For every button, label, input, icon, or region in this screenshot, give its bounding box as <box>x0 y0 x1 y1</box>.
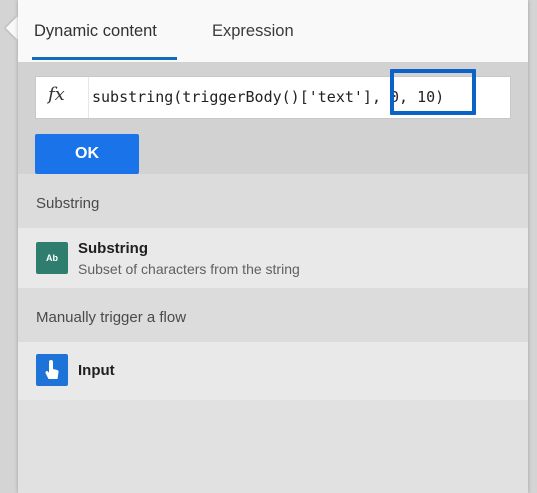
list-item-subtitle: Subset of characters from the string <box>78 261 300 277</box>
manual-trigger-hand-icon <box>36 354 68 386</box>
section-header-substring: Substring <box>18 174 528 228</box>
tabs-bar: Dynamic content Expression <box>18 0 528 62</box>
list-item-substring[interactable]: Ab Substring Subset of characters from t… <box>18 228 528 288</box>
hand-pointer-icon <box>45 360 59 379</box>
list-item-input[interactable]: Input <box>18 342 528 400</box>
ab-text-icon: Ab <box>36 242 68 274</box>
active-tab-indicator <box>32 57 177 60</box>
list-item-title: Substring <box>78 240 148 257</box>
section-header-label: Manually trigger a flow <box>36 309 187 326</box>
section-header-label: Substring <box>36 195 100 212</box>
fx-divider <box>88 77 89 118</box>
ok-button[interactable]: OK <box>35 134 139 174</box>
highlight-annotation <box>390 69 476 115</box>
panel-empty-area <box>18 403 528 493</box>
list-item-title: Input <box>78 362 115 379</box>
section-header-manual-trigger: Manually trigger a flow <box>18 288 528 342</box>
expression-area: fx substring(triggerBody()['text'], 0, 1… <box>18 62 528 174</box>
fx-icon: fx <box>48 84 65 105</box>
dynamic-content-panel: Dynamic content Expression fx substring(… <box>18 0 528 493</box>
tab-dynamic-content[interactable]: Dynamic content <box>34 22 157 41</box>
tab-expression[interactable]: Expression <box>212 22 294 41</box>
